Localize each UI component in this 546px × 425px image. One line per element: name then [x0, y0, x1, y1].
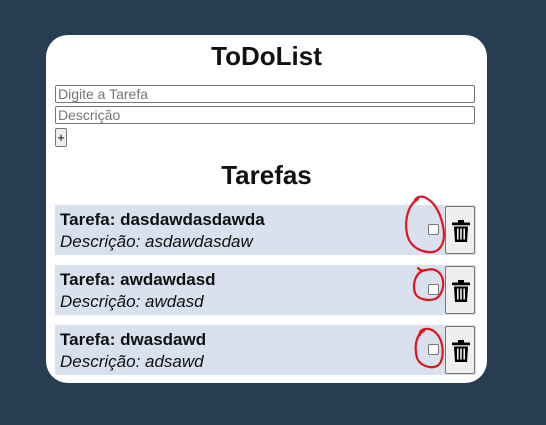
trash-icon — [452, 340, 470, 362]
task-item: Tarefa: dasdawdasdawda Descrição: asdawd… — [55, 205, 476, 255]
task-done-checkbox[interactable] — [428, 224, 439, 235]
delete-task-button[interactable] — [445, 266, 475, 314]
task-description: Descrição: adsawd — [60, 352, 204, 371]
task-description: Descrição: awdasd — [60, 292, 204, 311]
trash-icon — [452, 220, 470, 242]
add-task-button[interactable]: + — [55, 128, 67, 147]
trash-icon — [452, 280, 470, 302]
task-input[interactable] — [55, 85, 475, 103]
task-description: Descrição: asdawdasdaw — [60, 232, 253, 251]
delete-task-button[interactable] — [445, 326, 475, 374]
task-list-title: Tarefas — [221, 160, 312, 190]
task-title: Tarefa: awdawdasd — [60, 270, 216, 289]
task-done-checkbox[interactable] — [428, 284, 439, 295]
app-title: ToDoList — [211, 41, 322, 71]
task-title: Tarefa: dasdawdasdawda — [60, 210, 265, 229]
task-done-checkbox[interactable] — [428, 344, 439, 355]
description-input[interactable] — [55, 106, 475, 124]
todo-card: ToDoList + Tarefas Tarefa: dasdawdasdawd… — [46, 35, 487, 383]
task-title: Tarefa: dwasdawd — [60, 330, 207, 349]
task-item: Tarefa: awdawdasd Descrição: awdasd — [55, 265, 476, 315]
task-item: Tarefa: dwasdawd Descrição: adsawd — [55, 325, 476, 375]
delete-task-button[interactable] — [445, 206, 475, 254]
